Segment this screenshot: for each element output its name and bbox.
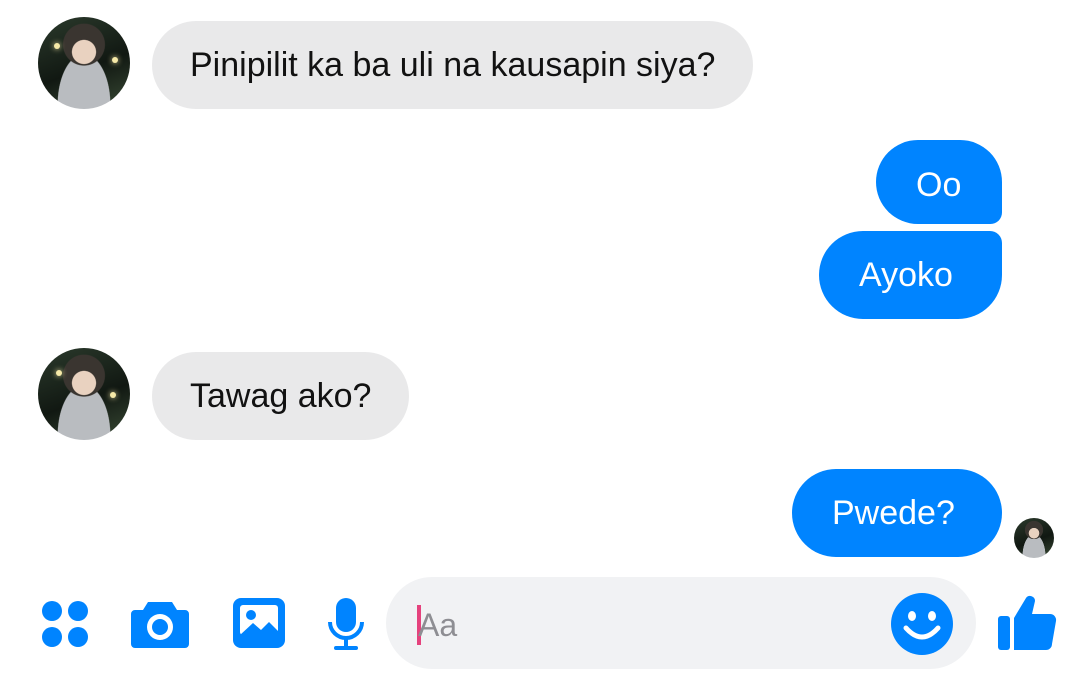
message-text: Oo — [916, 166, 962, 204]
message-bubble-outgoing[interactable]: Oo — [876, 140, 1002, 224]
message-bubble-outgoing[interactable]: Ayoko — [819, 231, 1002, 319]
read-receipt-avatar — [1014, 518, 1054, 558]
gallery-icon[interactable] — [231, 596, 287, 650]
contact-avatar[interactable] — [38, 17, 130, 109]
emoji-icon[interactable] — [890, 592, 954, 656]
grid-menu-icon[interactable] — [40, 598, 92, 650]
contact-avatar[interactable] — [38, 348, 130, 440]
message-text: Tawag ako? — [190, 377, 372, 415]
message-input[interactable]: Aa — [386, 577, 976, 669]
message-bubble-outgoing[interactable]: Pwede? — [792, 469, 1002, 557]
camera-icon[interactable] — [130, 596, 190, 650]
thumbs-up-icon[interactable] — [996, 590, 1060, 654]
message-text: Ayoko — [859, 256, 953, 294]
message-input-placeholder: Aa — [418, 607, 458, 643]
message-text: Pwede? — [832, 494, 955, 532]
message-bubble-incoming[interactable]: Pinipilit ka ba uli na kausapin siya? — [152, 21, 754, 109]
message-bubble-incoming[interactable]: Tawag ako? — [152, 352, 410, 440]
message-text: Pinipilit ka ba uli na kausapin siya? — [190, 46, 716, 84]
microphone-icon[interactable] — [326, 596, 366, 652]
